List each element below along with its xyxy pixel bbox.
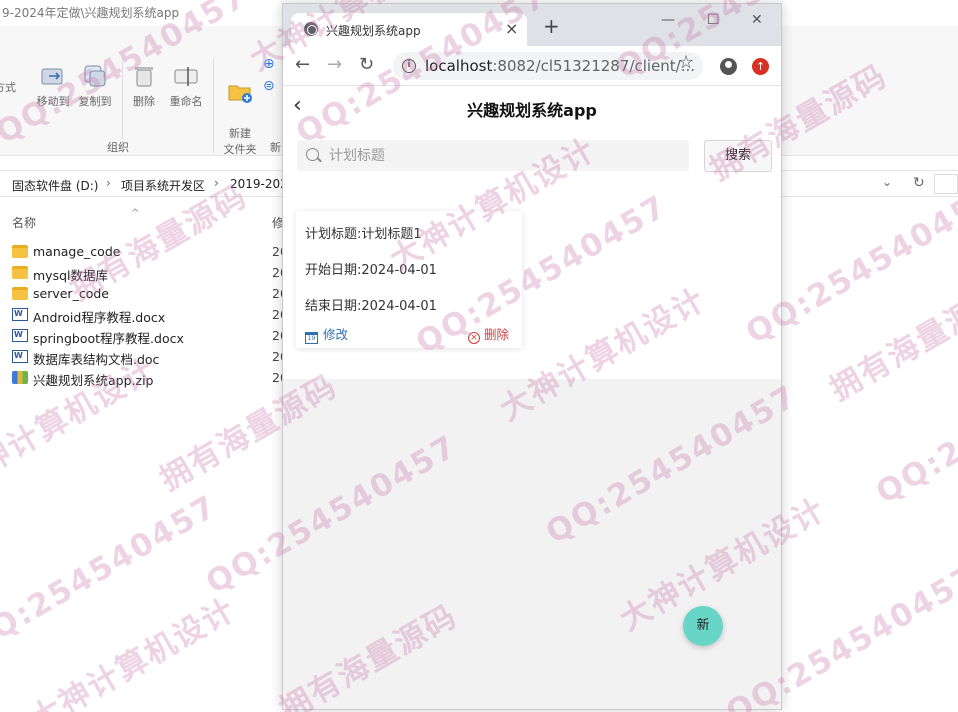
forward-arrow-icon[interactable]: → bbox=[327, 55, 342, 75]
copy-to-icon bbox=[84, 65, 106, 87]
back-arrow-icon[interactable]: ← bbox=[295, 55, 310, 75]
search-box[interactable] bbox=[297, 140, 689, 171]
new-folder-icon bbox=[228, 85, 252, 103]
info-icon[interactable]: i bbox=[402, 59, 416, 73]
zip-archive-icon bbox=[12, 371, 28, 384]
file-name: server_code bbox=[33, 286, 109, 301]
folder-icon bbox=[12, 266, 28, 279]
window-close-icon[interactable]: ✕ bbox=[751, 12, 763, 28]
folder-icon bbox=[12, 245, 28, 258]
refresh-icon[interactable]: ↻ bbox=[913, 175, 925, 191]
search-input[interactable] bbox=[329, 145, 679, 166]
update-icon[interactable]: ↑ bbox=[752, 58, 769, 75]
plan-card[interactable]: 计划标题:计划标题1 开始日期:2024-04-01 结束日期:2024-04-… bbox=[296, 211, 522, 348]
layout-button[interactable]: 方式 bbox=[0, 80, 16, 96]
move-to-button[interactable]: 移动到 bbox=[33, 62, 73, 110]
app-viewport: ‹ 兴趣规划系统app 搜索 计划标题:计划标题1 开始日期:2024-04-0… bbox=[283, 87, 781, 709]
star-icon[interactable]: ☆ bbox=[678, 53, 694, 73]
search-button[interactable]: 搜索 bbox=[704, 140, 772, 172]
browser-toolbar: ← → ↻ i localhost:8082/cl51321287/client… bbox=[283, 46, 781, 86]
file-name: Android程序教程.docx bbox=[33, 310, 166, 325]
search-icon bbox=[306, 148, 319, 161]
globe-icon bbox=[304, 22, 318, 36]
minimize-icon[interactable]: — bbox=[661, 12, 675, 28]
delete-button[interactable]: 删除 bbox=[128, 62, 160, 110]
delete-label: 删除 bbox=[133, 95, 155, 108]
edit-label: 修改 bbox=[323, 327, 349, 342]
chevron-right-icon: › bbox=[106, 176, 111, 190]
address-bar[interactable]: i localhost:8082/cl51321287/client/... bbox=[393, 52, 703, 80]
new-folder-button[interactable]: 新建 文件夹 bbox=[219, 62, 261, 158]
delete-button[interactable]: × 删除 bbox=[468, 324, 509, 344]
plan-start-date: 开始日期:2024-04-01 bbox=[305, 263, 437, 278]
url-host: localhost bbox=[425, 57, 493, 75]
rename-icon bbox=[174, 67, 198, 86]
new-item-icon[interactable]: ⊕ bbox=[263, 56, 275, 72]
file-row[interactable]: manage_code 20 bbox=[12, 241, 288, 262]
breadcrumb-subfolder[interactable]: 2019-202 bbox=[230, 177, 288, 191]
file-row[interactable]: mysql数据库 20 bbox=[12, 262, 288, 283]
column-name[interactable]: 名称 bbox=[12, 214, 36, 231]
edit-button[interactable]: 19 修改 bbox=[305, 324, 348, 344]
file-name: 兴趣规划系统app.zip bbox=[33, 373, 154, 388]
browser-window: 兴趣规划系统app × + — ☐ ✕ ← → ↻ i localhost:80… bbox=[282, 3, 782, 710]
reload-icon[interactable]: ↻ bbox=[359, 55, 374, 75]
rename-button[interactable]: 重命名 bbox=[166, 62, 206, 110]
new-folder-label: 新建 文件夹 bbox=[223, 127, 257, 156]
folder-icon bbox=[12, 287, 28, 300]
tab-title: 兴趣规划系统app bbox=[326, 24, 421, 38]
breadcrumb-folder[interactable]: 项目系统开发区 bbox=[121, 177, 205, 194]
breadcrumb-drive[interactable]: 固态软件盘 (D:) bbox=[12, 177, 98, 194]
calendar-edit-icon: 19 bbox=[305, 332, 318, 344]
file-row[interactable]: Android程序教程.docx 20 bbox=[12, 304, 288, 325]
plus-icon[interactable]: + bbox=[543, 16, 560, 36]
rename-label: 重命名 bbox=[169, 95, 203, 108]
word-document-icon bbox=[12, 308, 28, 321]
file-name: mysql数据库 bbox=[33, 268, 108, 283]
search-box-partial[interactable] bbox=[934, 174, 958, 194]
file-name: springboot程序教程.docx bbox=[33, 331, 184, 346]
delete-circle-icon: × bbox=[468, 332, 480, 344]
add-new-button[interactable]: 新 bbox=[683, 606, 723, 646]
url-text[interactable]: localhost:8082/cl51321287/client/... bbox=[425, 57, 695, 75]
ribbon-group-new: 新 bbox=[270, 141, 281, 154]
word-document-icon bbox=[12, 350, 28, 363]
file-row[interactable]: 兴趣规划系统app.zip 20 bbox=[12, 367, 288, 388]
file-row[interactable]: server_code 20 bbox=[12, 283, 288, 304]
copy-to-button[interactable]: 复制到 bbox=[75, 62, 115, 110]
delete-label: 删除 bbox=[484, 327, 510, 342]
copy-to-label: 复制到 bbox=[78, 95, 112, 108]
ribbon-group-organize: 组织 bbox=[107, 141, 129, 154]
move-to-icon bbox=[41, 68, 63, 85]
account-icon[interactable] bbox=[720, 58, 737, 75]
move-to-label: 移动到 bbox=[36, 95, 70, 108]
maximize-icon[interactable]: ☐ bbox=[707, 12, 720, 28]
close-icon[interactable]: × bbox=[505, 19, 518, 38]
plan-title: 计划标题:计划标题1 bbox=[305, 227, 422, 242]
chevron-down-icon[interactable]: ⌄ bbox=[882, 175, 892, 189]
url-path: :8082/cl51321287/client/... bbox=[492, 57, 695, 75]
page-title: 兴趣规划系统app bbox=[467, 101, 597, 120]
word-document-icon bbox=[12, 329, 28, 342]
plan-end-date: 结束日期:2024-04-01 bbox=[305, 299, 437, 314]
browser-tab[interactable]: 兴趣规划系统app × bbox=[291, 13, 527, 46]
tab-strip: 兴趣规划系统app × + — ☐ ✕ bbox=[283, 4, 781, 46]
file-row[interactable]: 数据库表结构文档.doc 20 bbox=[12, 346, 288, 367]
file-row[interactable]: springboot程序教程.docx 20 bbox=[12, 325, 288, 346]
app-content: ‹ 兴趣规划系统app 搜索 计划标题:计划标题1 开始日期:2024-04-0… bbox=[283, 87, 781, 379]
file-name: 数据库表结构文档.doc bbox=[33, 352, 160, 367]
ribbon-divider bbox=[213, 58, 214, 153]
file-name: manage_code bbox=[33, 244, 121, 259]
chevron-right-icon: › bbox=[214, 176, 219, 190]
trash-icon bbox=[135, 67, 153, 87]
sort-ascending-icon: ^ bbox=[131, 208, 140, 219]
easy-access-icon[interactable]: ⊜ bbox=[263, 78, 275, 94]
